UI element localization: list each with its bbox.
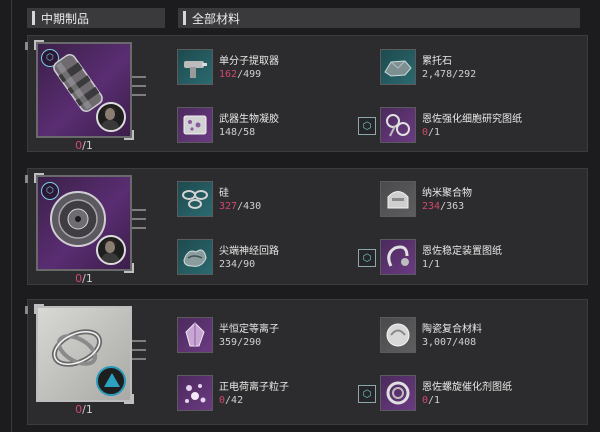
material-icon-frame (177, 49, 213, 85)
material-name: 恩佐螺旋催化剂图纸 (422, 382, 512, 393)
material-name: 恩佐稳定装置图纸 (422, 246, 502, 257)
product-count: 0/1 (75, 139, 93, 152)
row-bracket (25, 306, 28, 314)
material-icon-frame (177, 181, 213, 217)
row-bracket (25, 42, 28, 50)
material-icon-frame (380, 107, 416, 143)
header-marker (32, 11, 35, 25)
left-rail-line (11, 0, 12, 432)
material-name: 正电荷离子粒子 (219, 382, 289, 393)
rectorite-ore-icon (384, 60, 412, 77)
material-icon-frame (380, 239, 416, 275)
material-quantity: 3,007/408 (422, 337, 477, 348)
material-icon-frame (380, 181, 416, 217)
frame-corner (34, 40, 44, 50)
ion-particle-icon (185, 384, 206, 403)
material-quantity: 0/42 (219, 395, 244, 406)
product-count: 0/1 (75, 272, 93, 285)
intermediate-products-header: 中期制品 (27, 8, 165, 28)
material-icon-frame (380, 317, 416, 353)
material-quantity: 234/90 (219, 259, 256, 270)
bio-gel-pack-icon (183, 115, 207, 135)
blueprint-type-icon: ⬡ (358, 117, 376, 135)
recipe-connector (132, 76, 146, 106)
product-count: 0/1 (75, 403, 93, 416)
product-slot[interactable] (34, 304, 134, 404)
material-quantity: 0/1 (422, 395, 441, 406)
material-name: 纳米聚合物 (422, 188, 472, 199)
recipe-connector (132, 209, 146, 239)
frame-corner (34, 173, 44, 183)
material-icon-frame (177, 239, 213, 275)
material-icon-frame (177, 107, 213, 143)
material-quantity: 359/290 (219, 337, 262, 348)
material-quantity: 327/430 (219, 201, 262, 212)
material-name: 累托石 (422, 56, 452, 67)
rarity-emblem (96, 366, 126, 396)
recipe-connector (132, 340, 146, 370)
intermediate-products-title: 中期制品 (41, 11, 90, 26)
material-name: 武器生物凝胶 (219, 114, 279, 125)
material-name: 尖端神经回路 (219, 246, 279, 257)
stabilizer-blueprint-icon (387, 245, 409, 267)
material-icon-frame (177, 317, 213, 353)
material-quantity: 162/499 (219, 69, 262, 80)
header-marker (183, 11, 186, 25)
row-bracket (25, 175, 28, 183)
spiral-catalyst-blueprint-icon (386, 381, 410, 405)
material-quantity: 2,478/292 (422, 69, 477, 80)
cell-blueprint-icon (386, 114, 410, 137)
material-quantity: 0/1 (422, 127, 441, 138)
material-quantity: 1/1 (422, 259, 441, 270)
material-icon-frame (380, 375, 416, 411)
nano-polymer-icon (387, 191, 409, 209)
material-name: 陶瓷复合材料 (422, 324, 482, 335)
character-avatar (96, 235, 126, 265)
product-slot[interactable]: ⬡ (34, 173, 134, 273)
recipe-row-2: ⬡ 0/1 硅 327/430 纳米聚合物 234/363 尖端神经回路 234… (25, 168, 588, 285)
material-icon-frame (177, 375, 213, 411)
material-quantity: 148/58 (219, 127, 256, 138)
recipe-row-3: 0/1 半恒定等离子 359/290 陶瓷复合材料 3,007/408 正电荷离… (25, 299, 588, 425)
material-quantity: 234/363 (422, 201, 465, 212)
material-name: 恩佐强化细胞研究图纸 (422, 114, 522, 125)
extractor-gun-icon (184, 61, 207, 78)
blueprint-type-icon: ⬡ (358, 249, 376, 267)
silicon-rings-icon (182, 190, 208, 209)
neural-circuit-icon (183, 249, 207, 267)
material-name: 单分子提取器 (219, 56, 279, 67)
plasma-crystal-icon (185, 322, 205, 347)
frame-corner (34, 304, 44, 314)
character-avatar (96, 102, 126, 132)
all-materials-header: 全部材料 (178, 8, 580, 28)
ceramic-composite-icon (386, 323, 410, 347)
blueprint-type-icon: ⬡ (358, 385, 376, 403)
material-name: 半恒定等离子 (219, 324, 279, 335)
material-name: 硅 (219, 188, 229, 199)
product-slot[interactable]: ⬡ (34, 40, 134, 140)
recipe-row-1: ⬡ 0/1 单分子提取器 162/499 累托石 2,478/292 武器生物凝… (25, 35, 588, 152)
material-icon-frame (380, 49, 416, 85)
all-materials-title: 全部材料 (192, 11, 241, 26)
capsule-canister-icon (53, 53, 103, 113)
